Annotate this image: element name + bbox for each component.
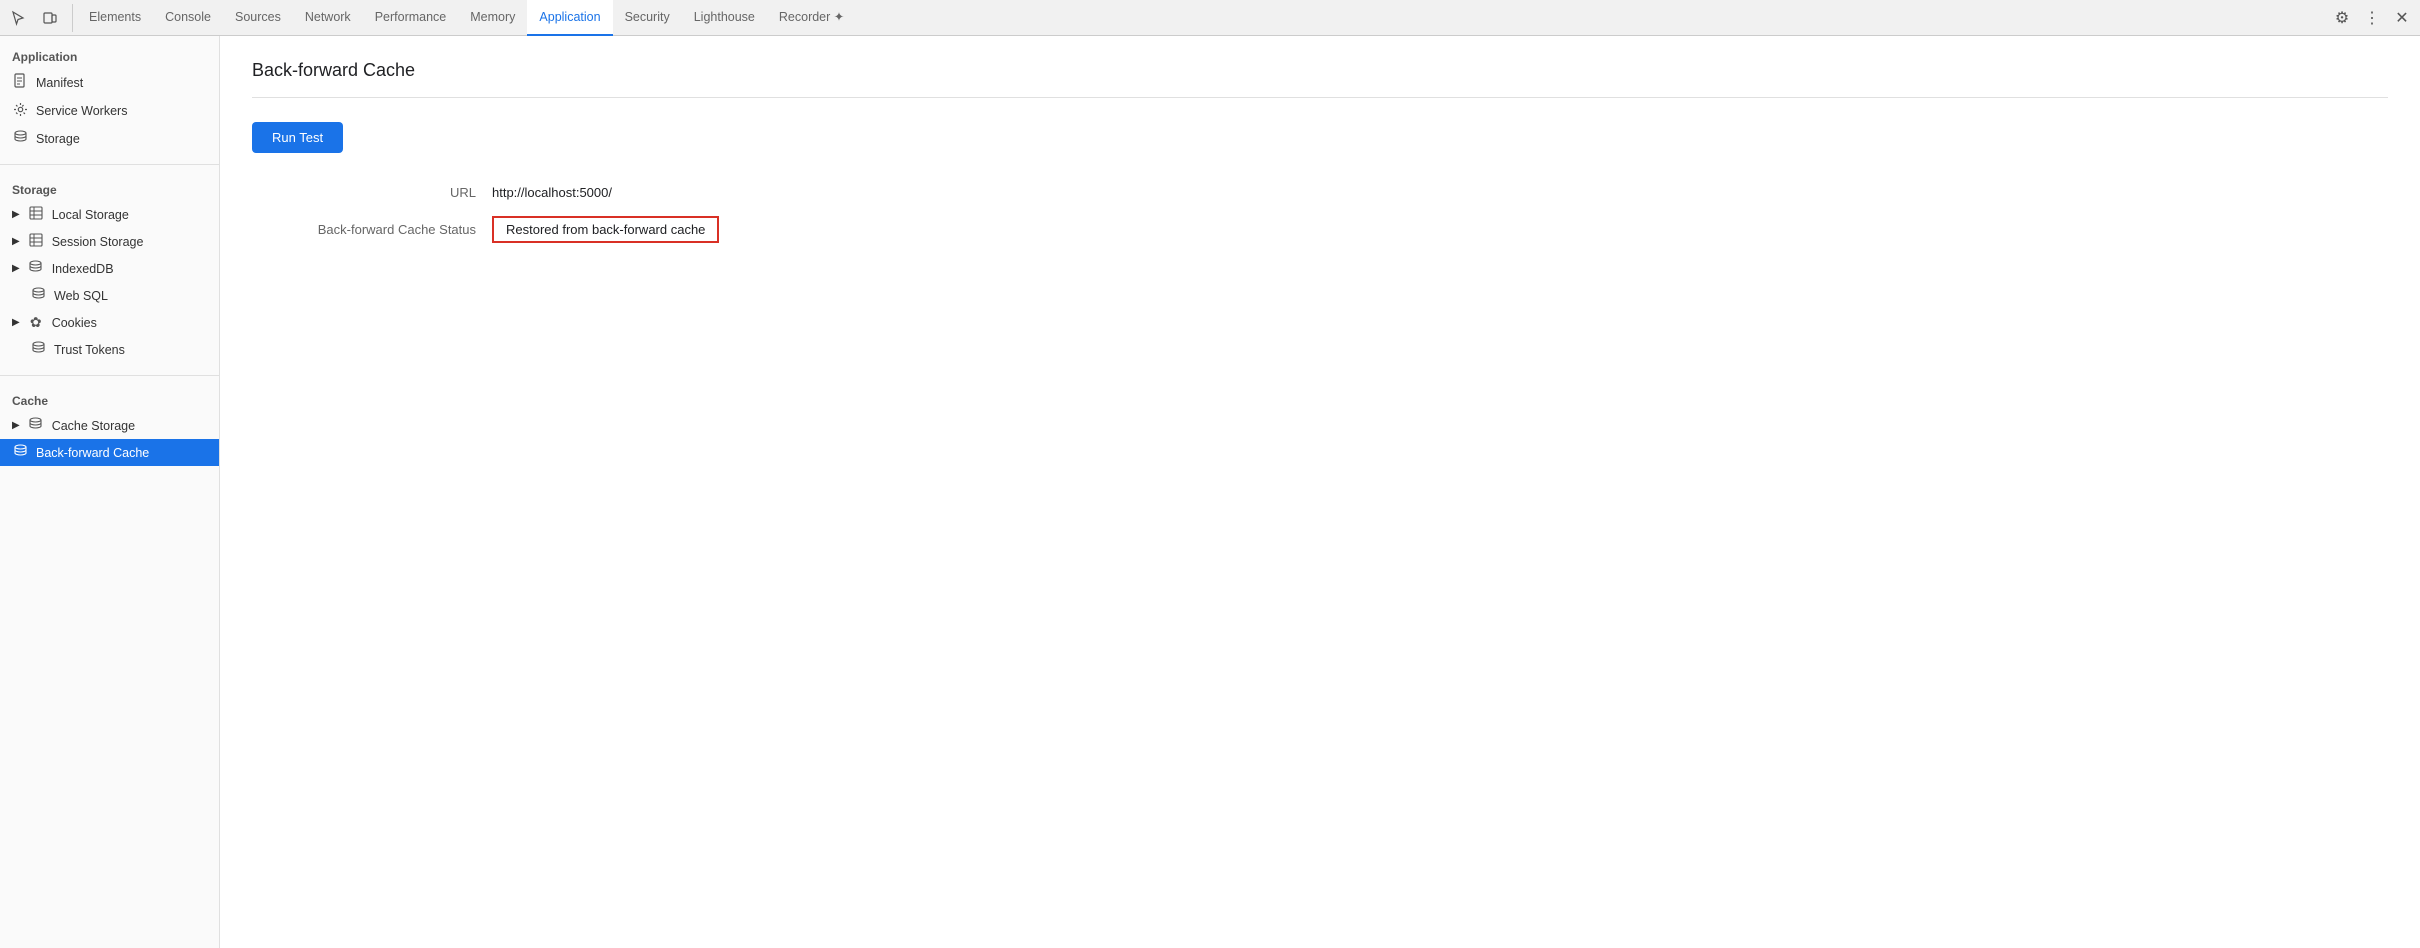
sidebar-item-cookies-label: Cookies xyxy=(52,316,97,330)
sidebar-item-session-storage[interactable]: ▶ Session Storage xyxy=(0,228,219,255)
tab-sources[interactable]: Sources xyxy=(223,0,293,36)
sidebar-storage-header: Storage xyxy=(0,177,219,201)
sidebar-item-cookies[interactable]: ▶ ✿ Cookies xyxy=(0,309,219,336)
tab-console[interactable]: Console xyxy=(153,0,223,36)
sidebar-item-service-workers-label: Service Workers xyxy=(36,104,127,118)
tab-security[interactable]: Security xyxy=(613,0,682,36)
devtools-window: Elements Console Sources Network Perform… xyxy=(0,0,2420,948)
sidebar-item-session-storage-label: Session Storage xyxy=(52,235,144,249)
gear-icon xyxy=(12,102,28,120)
toolbar-left xyxy=(4,4,73,32)
sidebar-item-local-storage-label: Local Storage xyxy=(52,208,129,222)
manifest-icon xyxy=(12,73,28,92)
tab-memory[interactable]: Memory xyxy=(458,0,527,36)
status-label: Back-forward Cache Status xyxy=(252,222,492,237)
tab-application[interactable]: Application xyxy=(527,0,612,36)
sidebar-divider-2 xyxy=(0,375,219,376)
storage-icon xyxy=(12,130,28,147)
url-label: URL xyxy=(252,185,492,200)
page-title: Back-forward Cache xyxy=(252,60,2388,81)
sidebar: Application Manifest Service Workers xyxy=(0,36,220,948)
url-value: http://localhost:5000/ xyxy=(492,185,612,200)
status-row: Back-forward Cache Status Restored from … xyxy=(252,216,2388,243)
toolbar-right: ⚙ ⋮ ✕ xyxy=(2328,4,2416,32)
run-test-button[interactable]: Run Test xyxy=(252,122,343,153)
tab-performance[interactable]: Performance xyxy=(363,0,459,36)
table-icon-local xyxy=(28,206,44,223)
main-layout: Application Manifest Service Workers xyxy=(0,36,2420,948)
content-area: Back-forward Cache Run Test URL http://l… xyxy=(220,36,2420,948)
sidebar-item-service-workers[interactable]: Service Workers xyxy=(0,97,219,125)
sidebar-item-trust-tokens-label: Trust Tokens xyxy=(54,343,125,357)
sidebar-item-manifest[interactable]: Manifest xyxy=(0,68,219,97)
sidebar-application-section: Application Manifest Service Workers xyxy=(0,36,219,160)
sidebar-item-storage[interactable]: Storage xyxy=(0,125,219,152)
db-icon-trust xyxy=(30,341,46,358)
chevron-session-storage: ▶ xyxy=(12,236,20,247)
chevron-cookies: ▶ xyxy=(12,317,20,328)
cursor-icon[interactable] xyxy=(4,4,32,32)
settings-icon[interactable]: ⚙ xyxy=(2328,4,2356,32)
sidebar-item-cache-storage-label: Cache Storage xyxy=(52,419,135,433)
chevron-local-storage: ▶ xyxy=(12,209,20,220)
sidebar-item-local-storage[interactable]: ▶ Local Storage xyxy=(0,201,219,228)
more-icon[interactable]: ⋮ xyxy=(2358,4,2386,32)
tabs-list: Elements Console Sources Network Perform… xyxy=(77,0,2328,36)
tab-bar: Elements Console Sources Network Perform… xyxy=(0,0,2420,36)
content-inner: Back-forward Cache Run Test URL http://l… xyxy=(220,36,2420,267)
sidebar-item-trust-tokens[interactable]: Trust Tokens xyxy=(0,336,219,363)
sidebar-item-storage-label: Storage xyxy=(36,132,80,146)
sidebar-item-cache-storage[interactable]: ▶ Cache Storage xyxy=(0,412,219,439)
sidebar-cache-section: Cache ▶ Cache Storage Back-forward Cache xyxy=(0,380,219,474)
tab-lighthouse[interactable]: Lighthouse xyxy=(682,0,767,36)
sidebar-item-websql-label: Web SQL xyxy=(54,289,108,303)
db-icon-indexed xyxy=(28,260,44,277)
url-row: URL http://localhost:5000/ xyxy=(252,185,2388,200)
close-icon[interactable]: ✕ xyxy=(2388,4,2416,32)
storage-icon-cache xyxy=(28,417,44,434)
sidebar-item-back-forward-cache[interactable]: Back-forward Cache xyxy=(0,439,219,466)
device-icon[interactable] xyxy=(36,4,64,32)
sidebar-item-websql[interactable]: Web SQL xyxy=(0,282,219,309)
sidebar-item-indexeddb-label: IndexedDB xyxy=(52,262,114,276)
sidebar-storage-section: Storage ▶ Local Storage ▶ Session Storag… xyxy=(0,169,219,371)
sidebar-item-back-forward-cache-label: Back-forward Cache xyxy=(36,446,149,460)
sidebar-cache-header: Cache xyxy=(0,388,219,412)
tab-recorder[interactable]: Recorder ✦ xyxy=(767,0,856,36)
sidebar-item-indexeddb[interactable]: ▶ IndexedDB xyxy=(0,255,219,282)
table-icon-session xyxy=(28,233,44,250)
sidebar-application-header: Application xyxy=(0,44,219,68)
sidebar-item-manifest-label: Manifest xyxy=(36,76,83,90)
tab-network[interactable]: Network xyxy=(293,0,363,36)
cookie-icon: ✿ xyxy=(28,314,44,331)
sidebar-divider-1 xyxy=(0,164,219,165)
status-value: Restored from back-forward cache xyxy=(492,216,719,243)
chevron-indexeddb: ▶ xyxy=(12,263,20,274)
chevron-cache-storage: ▶ xyxy=(12,420,20,431)
tab-elements[interactable]: Elements xyxy=(77,0,153,36)
db-icon-websql xyxy=(30,287,46,304)
info-grid: URL http://localhost:5000/ Back-forward … xyxy=(252,185,2388,243)
content-divider xyxy=(252,97,2388,98)
storage-icon-bfcache xyxy=(12,444,28,461)
